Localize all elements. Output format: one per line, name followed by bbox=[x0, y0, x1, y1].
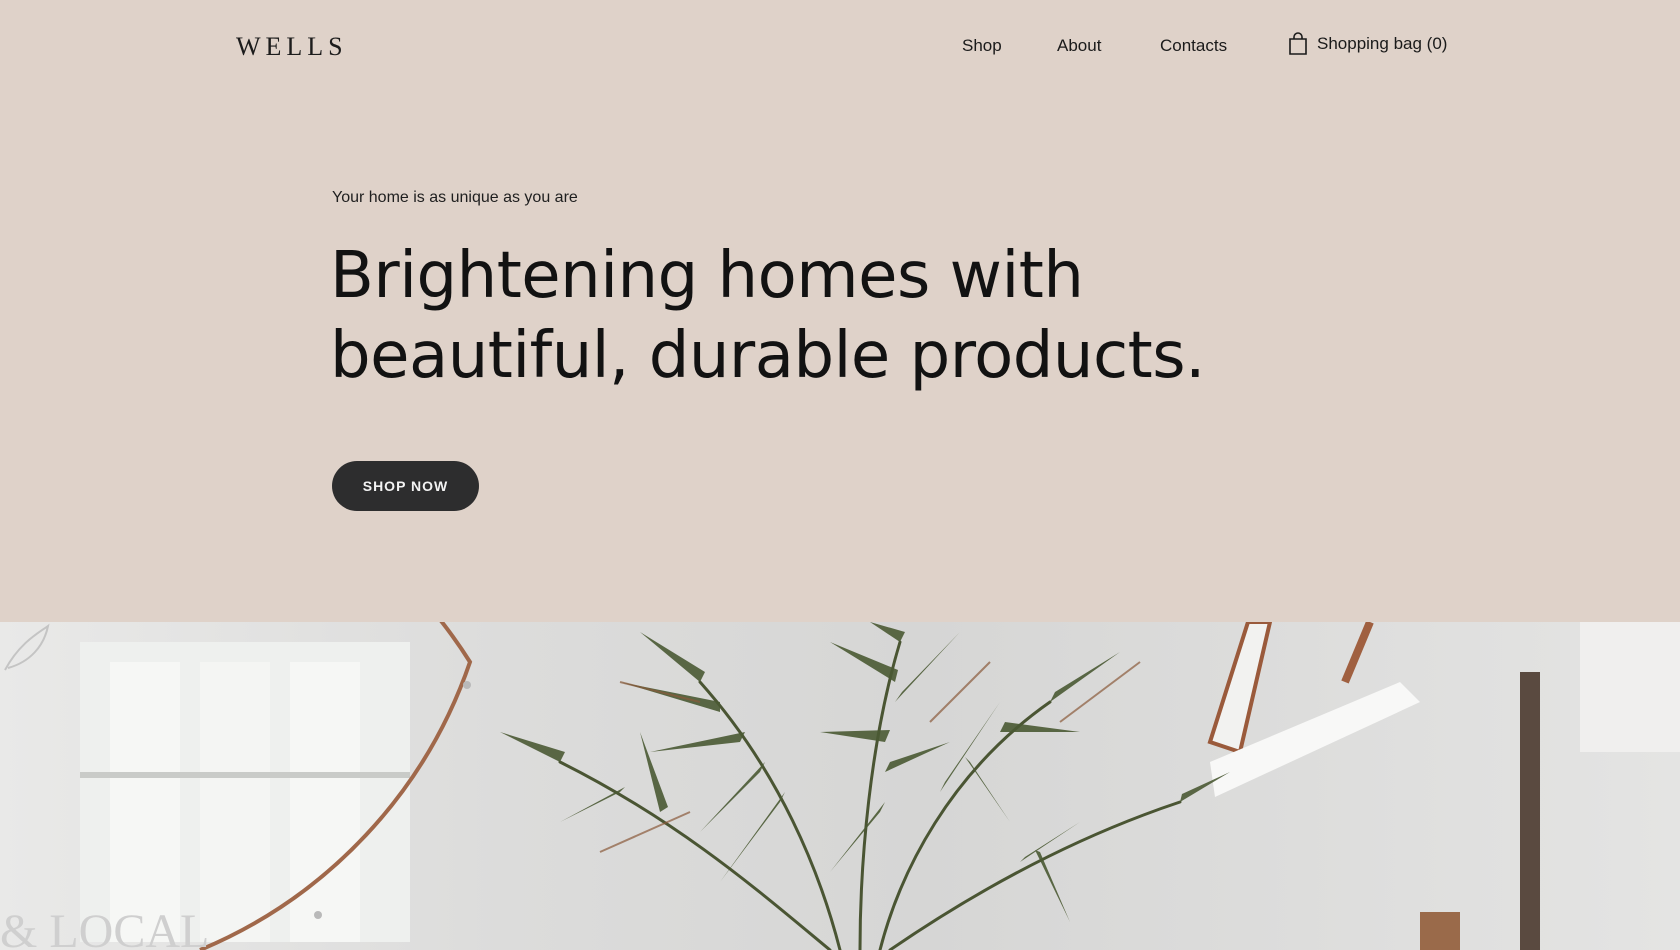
shopping-bag-icon bbox=[1288, 32, 1308, 56]
nav-about[interactable]: About bbox=[1057, 36, 1101, 56]
svg-text:& LOCAL: & LOCAL bbox=[0, 905, 209, 950]
hero-headline-line-1: Brightening homes with bbox=[330, 239, 1084, 313]
shopping-bag-link[interactable]: Shopping bag (0) bbox=[1288, 32, 1447, 56]
shop-now-button[interactable]: SHOP NOW bbox=[332, 461, 479, 511]
hero-tagline: Your home is as unique as you are bbox=[332, 189, 578, 206]
hero-headline: Brightening homes with beautiful, durabl… bbox=[330, 236, 1230, 396]
logo[interactable]: WELLS bbox=[236, 32, 348, 62]
nav-shop[interactable]: Shop bbox=[962, 36, 1002, 56]
shopping-bag-label: Shopping bag (0) bbox=[1317, 34, 1448, 53]
hero-image: & LOCAL bbox=[0, 622, 1680, 950]
hero-headline-line-2: beautiful, durable products. bbox=[330, 319, 1205, 393]
nav-contacts[interactable]: Contacts bbox=[1160, 36, 1227, 56]
site-header: WELLS Shop About Contacts Shopping bag (… bbox=[0, 0, 1680, 95]
